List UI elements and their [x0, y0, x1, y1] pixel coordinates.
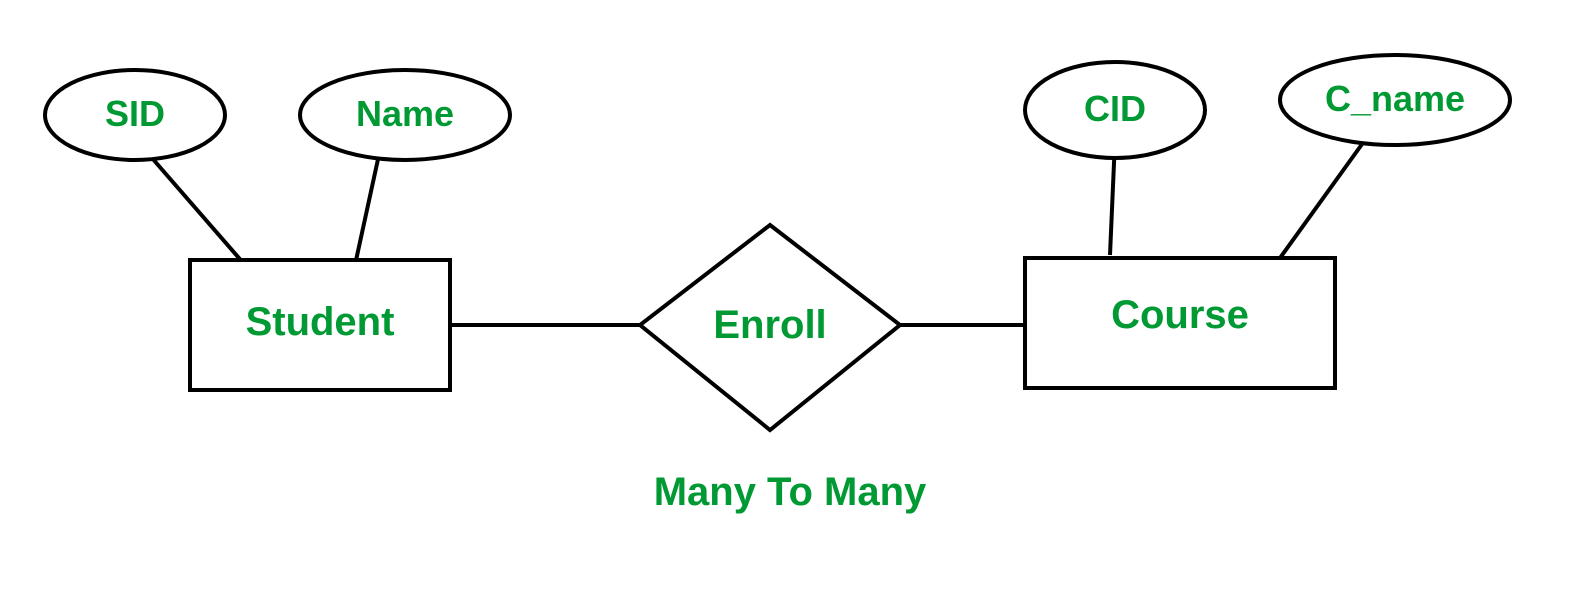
entity-course-label: Course: [1055, 293, 1305, 338]
line-cname-course: [1280, 140, 1365, 258]
line-sid-student: [145, 150, 245, 265]
attribute-name-label: Name: [340, 93, 470, 135]
attribute-cname-label: C_name: [1310, 78, 1480, 120]
attribute-sid-label: SID: [75, 93, 195, 135]
relationship-enroll-label: Enroll: [695, 303, 845, 348]
attribute-cid-label: CID: [1055, 88, 1175, 130]
diagram-caption: Many To Many: [610, 470, 970, 515]
entity-student-label: Student: [210, 300, 430, 345]
line-name-student: [355, 150, 380, 265]
